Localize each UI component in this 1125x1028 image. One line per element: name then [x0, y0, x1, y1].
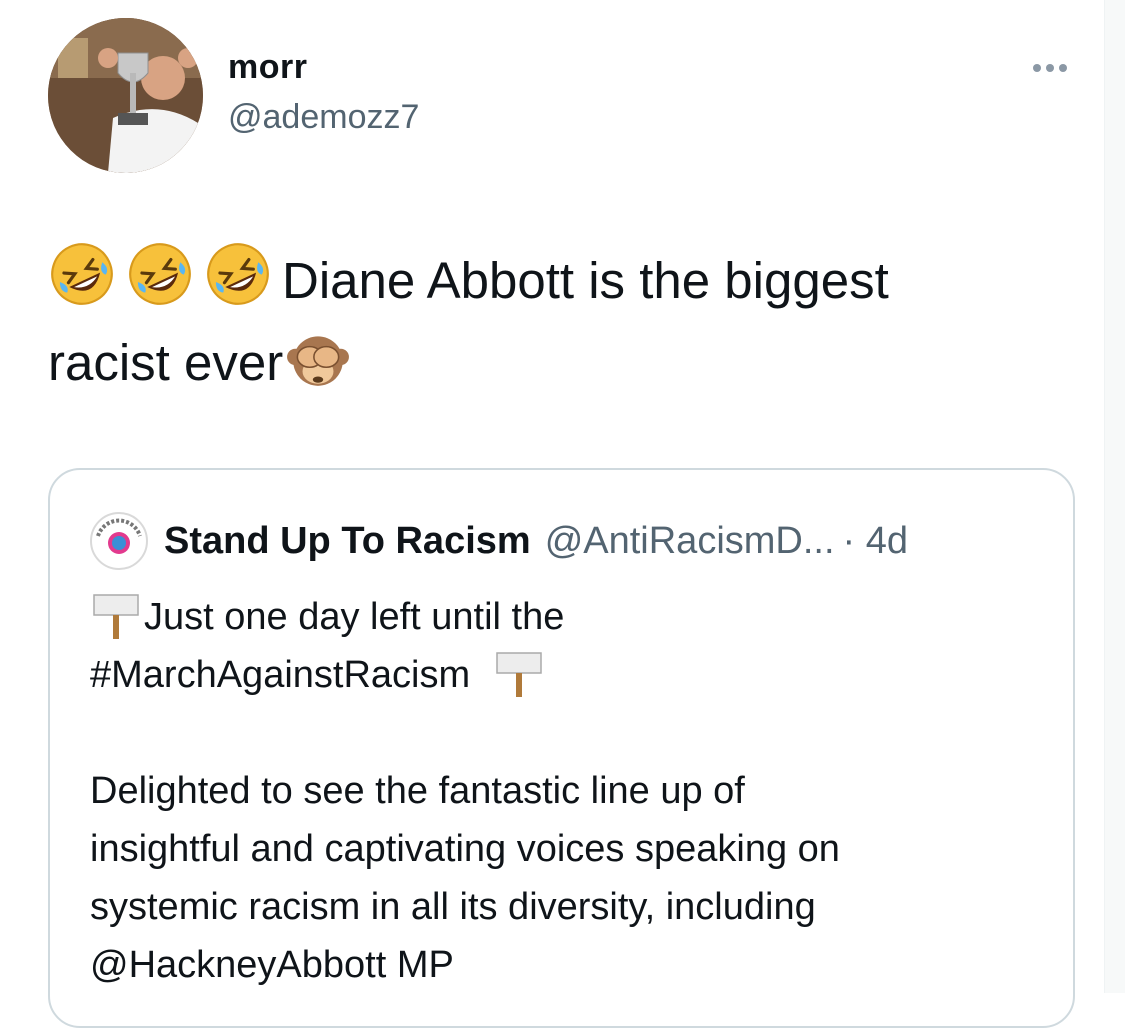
tweet-text: Diane Abbott is the biggest racist ever	[48, 240, 1098, 404]
scrollbar-track[interactable]	[1104, 0, 1125, 993]
quoted-para2-line-3: systemic racism in all its diversity, in…	[90, 886, 816, 928]
avatar-photo	[48, 18, 203, 173]
quoted-tweet-body: Just one day left until the #MarchAgains…	[90, 588, 1050, 994]
quoted-para2-line-2: insightful and captivating voices speaki…	[90, 828, 840, 870]
author-name[interactable]: morr	[228, 48, 307, 87]
quoted-timestamp[interactable]: · 4d	[843, 520, 908, 563]
tweet-line-1: Diane Abbott is the biggest	[282, 252, 889, 309]
rolling-laughing-emoji-icon	[207, 243, 269, 305]
quoted-author-avatar[interactable]	[90, 512, 148, 570]
placard-icon	[93, 594, 139, 639]
placard-icon	[495, 652, 542, 697]
tweet-line-2: racist ever	[48, 334, 284, 391]
quoted-author-name[interactable]: Stand Up To Racism	[164, 520, 531, 563]
mention-link[interactable]: @HackneyAbbott MP	[90, 936, 1050, 994]
rolling-laughing-emoji-icon	[51, 243, 113, 305]
quoted-tweet-card[interactable]: Stand Up To Racism @AntiRacismD... · 4d …	[48, 468, 1075, 1028]
avatar[interactable]	[48, 18, 203, 173]
quoted-line-1: Just one day left until the	[90, 588, 1050, 646]
quoted-author-handle[interactable]: @AntiRacismD...	[545, 520, 835, 563]
rolling-laughing-emoji-icon	[129, 243, 191, 305]
quoted-line-2: #MarchAgainstRacism	[90, 646, 1050, 704]
quoted-tweet-header: Stand Up To Racism @AntiRacismD... · 4d	[90, 512, 908, 570]
stand-up-to-racism-logo-icon	[94, 516, 144, 566]
author-handle[interactable]: @ademozz7	[228, 98, 419, 137]
quoted-text-line-1: Just one day left until the	[144, 596, 565, 638]
quoted-para2-line-1: Delighted to see the fantastic line up o…	[90, 770, 745, 812]
see-no-evil-monkey-icon	[287, 336, 350, 386]
hashtag-link[interactable]: #MarchAgainstRacism	[90, 654, 470, 696]
more-horizontal-icon[interactable]	[1024, 50, 1076, 86]
